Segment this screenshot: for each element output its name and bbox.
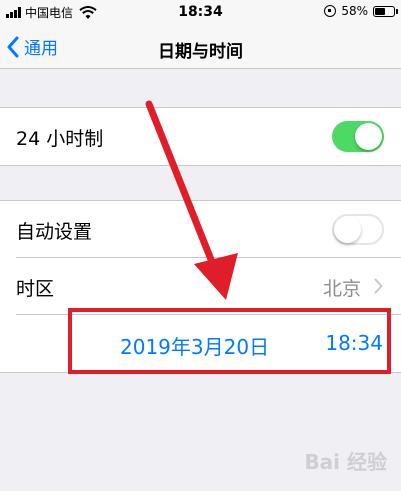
battery-fill (375, 7, 385, 15)
cell-time-zone[interactable]: 时区 北京 (0, 258, 401, 315)
cell-auto-set: 自动设置 (0, 201, 401, 258)
status-bar: 中国电信 18:34 58% (0, 0, 401, 26)
hour24-switch[interactable] (332, 121, 384, 152)
time-zone-label: 时区 (16, 278, 55, 300)
battery-percent: 58% (341, 4, 368, 18)
orientation-lock-icon (324, 5, 337, 17)
switch-knob (355, 123, 382, 150)
status-right: 58% (324, 4, 398, 18)
cell-24-hour: 24 小时制 (0, 108, 401, 165)
chevron-right-icon (374, 278, 383, 294)
navigation-bar: 通用 日期与时间 (0, 26, 401, 69)
annotation-highlight-box (68, 308, 391, 374)
group-24-hour: 24 小时制 (0, 107, 401, 166)
auto-set-switch[interactable] (332, 214, 384, 245)
switch-knob (334, 216, 361, 243)
page-title: 日期与时间 (158, 42, 243, 62)
battery-icon (373, 5, 398, 17)
time-zone-value: 北京 (322, 278, 361, 300)
hour24-label: 24 小时制 (16, 128, 104, 150)
watermark: Bai 经验 (304, 450, 387, 474)
auto-set-label: 自动设置 (16, 221, 93, 243)
